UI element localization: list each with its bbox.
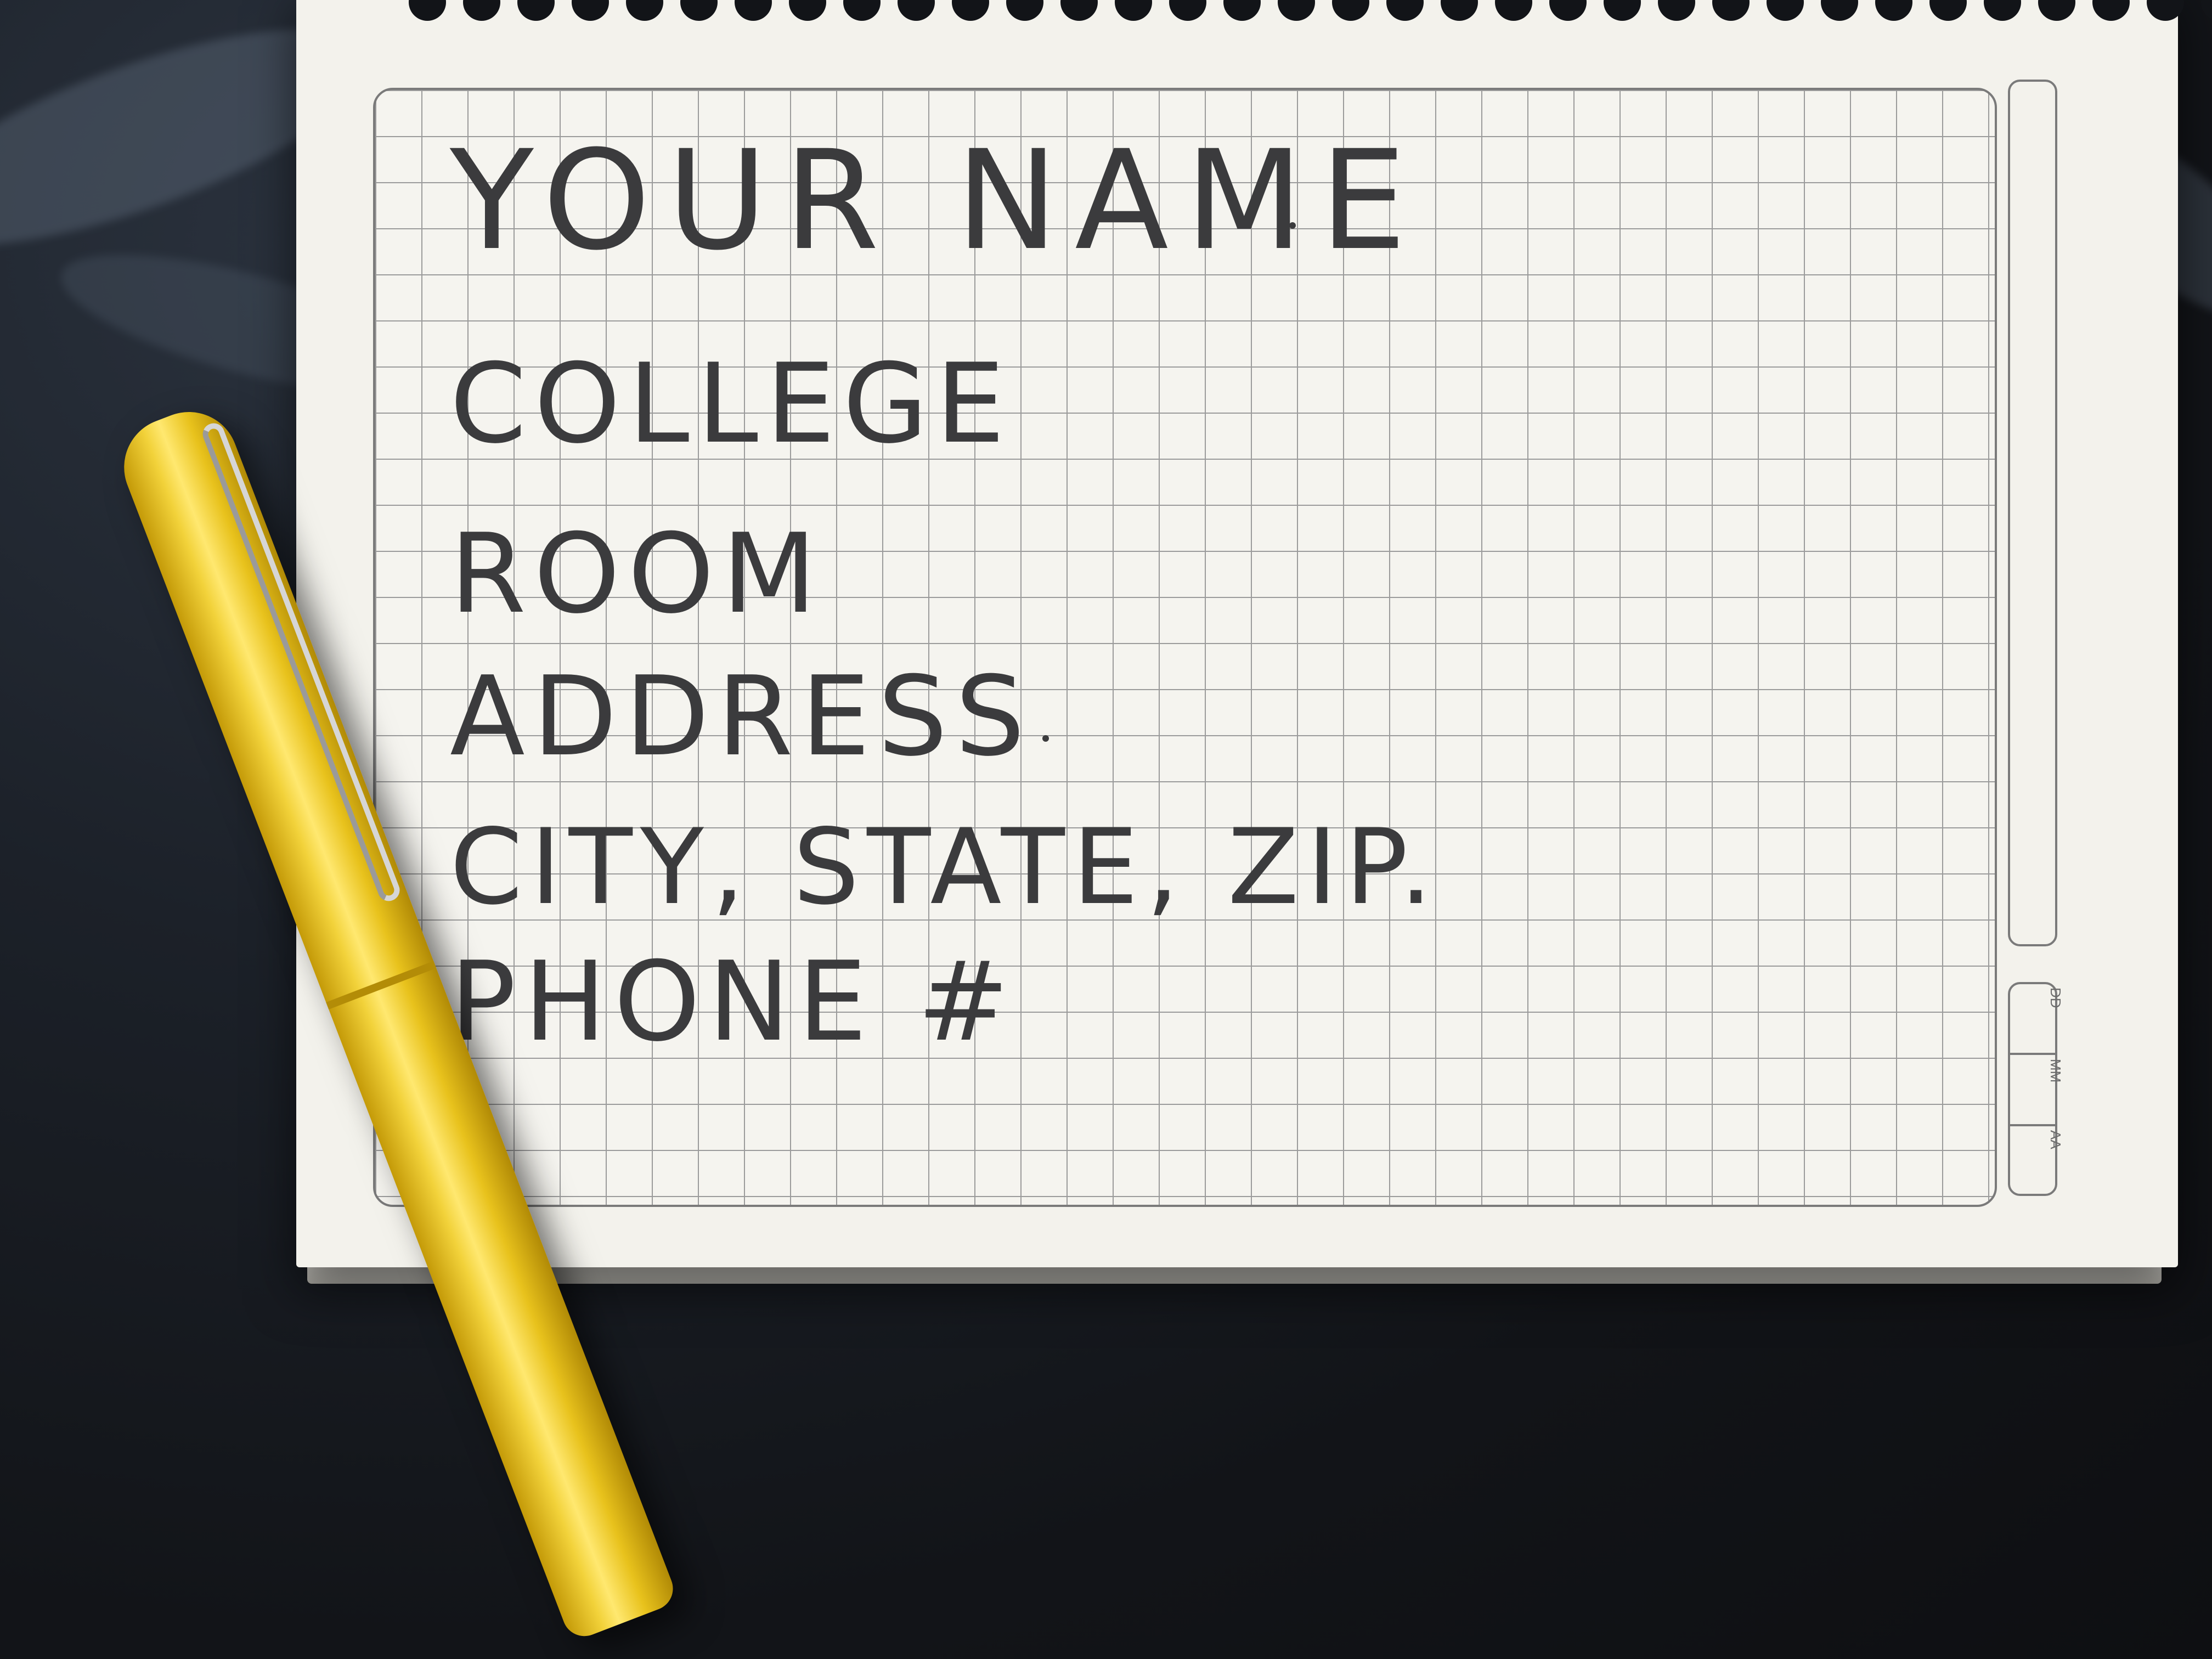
ink-dot [1289, 222, 1296, 229]
date-divider [2010, 1124, 2055, 1126]
date-label-mm: MM [2047, 1059, 2064, 1083]
date-label-aa: AA [2047, 1130, 2064, 1149]
ink-dot [1042, 735, 1049, 742]
handwritten-name: YOUR NAME [450, 121, 1423, 280]
handwritten-room: ROOM [450, 510, 825, 638]
date-divider [2010, 1053, 2055, 1055]
photo-stage: DD MM AA YOUR NAME COLLEGE ROOM ADDRESS … [0, 0, 2212, 1659]
date-label-dd: DD [2047, 988, 2064, 1008]
notebook-side-bar [2008, 80, 2057, 946]
spiral-hole [2201, 0, 2212, 21]
handwritten-phone: PHONE # [450, 938, 1017, 1066]
handwritten-city-state-zip: CITY, STATE, ZIP. [450, 806, 1441, 928]
date-box [2008, 982, 2057, 1196]
handwritten-college: COLLEGE [450, 340, 1013, 468]
handwritten-address: ADDRESS [450, 653, 1033, 781]
